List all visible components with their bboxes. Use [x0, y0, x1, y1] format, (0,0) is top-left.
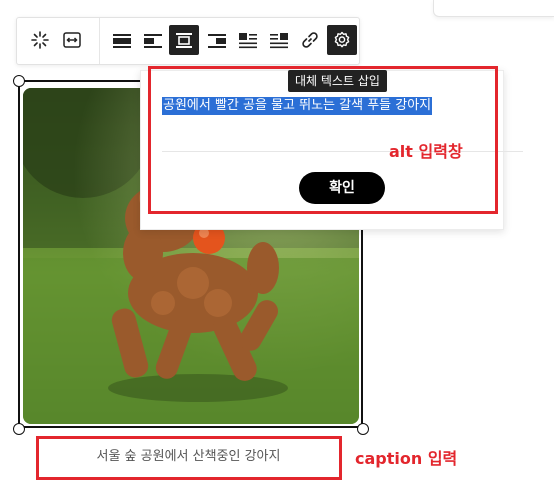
image-toolbar: [16, 17, 360, 65]
sparkle-button[interactable]: [25, 25, 55, 55]
wrap-right-icon: [270, 33, 288, 49]
wrap-left-icon: [239, 33, 257, 49]
align-full-icon: [113, 34, 131, 48]
wrap-left-button[interactable]: [233, 25, 263, 55]
caption-annotation: caption 입력: [355, 449, 458, 468]
link-button[interactable]: [295, 25, 325, 55]
alt-input-annotation: alt 입력창: [389, 142, 463, 161]
sparkle-icon: [31, 31, 49, 49]
resize-handle-top-left[interactable]: [13, 75, 25, 87]
caption-input[interactable]: 서울 숲 공원에서 산책중인 강아지: [37, 436, 340, 478]
gear-icon: [334, 31, 350, 48]
resize-width-icon: [63, 32, 81, 48]
top-right-panel: [433, 0, 554, 17]
align-left-button[interactable]: [138, 25, 168, 55]
align-center-icon: [176, 33, 192, 48]
settings-button[interactable]: [327, 25, 357, 55]
align-right-button[interactable]: [202, 25, 232, 55]
resize-width-button[interactable]: [57, 25, 87, 55]
align-left-icon: [144, 34, 162, 48]
align-full-button[interactable]: [107, 25, 137, 55]
link-icon: [302, 32, 318, 48]
resize-handle-bottom-right[interactable]: [357, 423, 369, 435]
wrap-right-button[interactable]: [264, 25, 294, 55]
align-right-icon: [208, 34, 226, 48]
resize-handle-bottom-left[interactable]: [13, 423, 25, 435]
align-center-button[interactable]: [169, 25, 199, 55]
toolbar-divider: [99, 18, 100, 64]
